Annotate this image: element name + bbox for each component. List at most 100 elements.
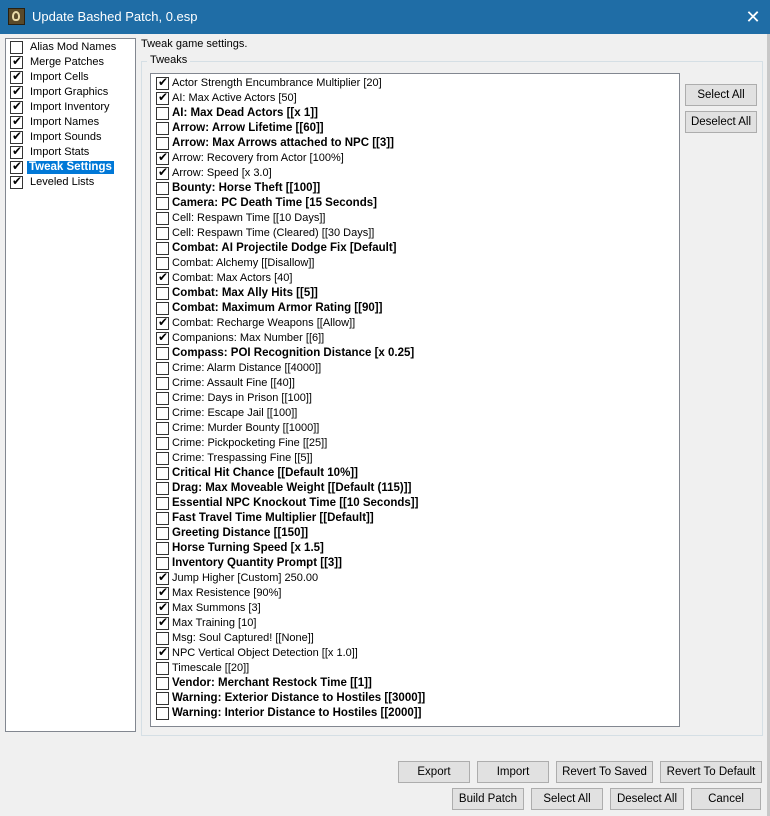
select-all-button[interactable]: Select All <box>531 788 603 810</box>
tweak-checkbox[interactable]: ✔ <box>156 615 169 630</box>
tweak-checkbox[interactable] <box>156 257 169 270</box>
tweak-checkbox[interactable] <box>156 512 169 525</box>
tweak-checkbox[interactable]: ✔ <box>156 570 169 585</box>
tweak-checkbox[interactable] <box>156 527 169 540</box>
tweak-row[interactable]: Crime: Murder Bounty [[1000]] <box>154 421 674 436</box>
patcher-checkbox[interactable]: ✔ <box>10 54 23 69</box>
patcher-checkbox[interactable]: ✔ <box>10 159 23 174</box>
tweak-checkbox[interactable] <box>156 467 169 480</box>
tweak-row[interactable]: ✔ Companions: Max Number [[6]] <box>154 330 674 346</box>
tweak-checkbox[interactable] <box>156 137 169 150</box>
tweak-row[interactable]: ✔ Combat: Max Actors [40] <box>154 270 674 286</box>
tweak-row[interactable]: ✔ Max Training [10] <box>154 615 674 631</box>
patcher-item[interactable]: ✔ Import Inventory <box>8 99 137 115</box>
tweak-row[interactable]: Vendor: Merchant Restock Time [[1]] <box>154 676 674 691</box>
tweak-row[interactable]: ✔ Actor Strength Encumbrance Multiplier [… <box>154 75 674 91</box>
tweak-row[interactable]: ✔ NPC Vertical Object Detection [[x 1.0]] <box>154 645 674 661</box>
patcher-item[interactable]: ✔ Leveled Lists <box>8 174 137 190</box>
tweak-checkbox[interactable]: ✔ <box>156 330 169 345</box>
tweak-row[interactable]: Greeting Distance [[150]] <box>154 526 674 541</box>
tweak-row[interactable]: Drag: Max Moveable Weight [[Default (115… <box>154 481 674 496</box>
revert-to-saved-button[interactable]: Revert To Saved <box>556 761 653 783</box>
tweak-row[interactable]: Timescale [[20]] <box>154 661 674 676</box>
tweak-row[interactable]: Camera: PC Death Time [15 Seconds] <box>154 196 674 211</box>
close-icon[interactable]: ✕ <box>736 0 770 34</box>
patcher-checkbox[interactable]: ✔ <box>10 99 23 114</box>
patcher-item[interactable]: ✔ Tweak Settings <box>8 159 137 175</box>
tweak-checkbox[interactable] <box>156 212 169 225</box>
patcher-checkbox[interactable]: ✔ <box>10 129 23 144</box>
patcher-checkbox[interactable]: ✔ <box>10 84 23 99</box>
tweak-row[interactable]: Combat: AI Projectile Dodge Fix [Default… <box>154 241 674 256</box>
tweak-checkbox[interactable] <box>156 347 169 360</box>
tweak-checkbox[interactable] <box>156 677 169 690</box>
patcher-checkbox[interactable] <box>10 41 23 54</box>
tweak-checkbox[interactable] <box>156 542 169 555</box>
tweak-checkbox[interactable] <box>156 227 169 240</box>
patcher-item[interactable]: ✔ Merge Patches <box>8 54 137 70</box>
tweak-row[interactable]: AI: Max Dead Actors [[x 1]] <box>154 106 674 121</box>
import-button[interactable]: Import <box>477 761 549 783</box>
tweak-row[interactable]: Compass: POI Recognition Distance [x 0.2… <box>154 346 674 361</box>
revert-to-default-button[interactable]: Revert To Default <box>660 761 762 783</box>
tweak-row[interactable]: ✔ Max Summons [3] <box>154 600 674 616</box>
tweak-row[interactable]: ✔ Arrow: Recovery from Actor [100%] <box>154 150 674 166</box>
patcher-item[interactable]: ✔ Import Stats <box>8 144 137 160</box>
tweak-row[interactable]: Combat: Maximum Armor Rating [[90]] <box>154 301 674 316</box>
tweak-checkbox[interactable] <box>156 407 169 420</box>
tweak-checkbox[interactable] <box>156 302 169 315</box>
build-patch-button[interactable]: Build Patch <box>452 788 524 810</box>
select-all-tweaks-button[interactable]: Select All <box>685 84 757 106</box>
cancel-button[interactable]: Cancel <box>691 788 761 810</box>
tweak-row[interactable]: Crime: Trespassing Fine [[5]] <box>154 451 674 466</box>
tweak-row[interactable]: Arrow: Max Arrows attached to NPC [[3]] <box>154 136 674 151</box>
tweak-checkbox[interactable]: ✔ <box>156 645 169 660</box>
tweak-checkbox[interactable] <box>156 197 169 210</box>
tweak-checkbox[interactable] <box>156 377 169 390</box>
tweak-row[interactable]: ✔ Jump Higher [Custom] 250.00 <box>154 570 674 586</box>
tweak-checkbox[interactable]: ✔ <box>156 585 169 600</box>
tweak-row[interactable]: Fast Travel Time Multiplier [[Default]] <box>154 511 674 526</box>
tweak-row[interactable]: Crime: Pickpocketing Fine [[25]] <box>154 436 674 451</box>
patcher-item[interactable]: Alias Mod Names <box>8 40 137 55</box>
tweak-row[interactable]: Crime: Days in Prison [[100]] <box>154 391 674 406</box>
tweak-row[interactable]: Crime: Escape Jail [[100]] <box>154 406 674 421</box>
tweak-row[interactable]: Crime: Alarm Distance [[4000]] <box>154 361 674 376</box>
patcher-item[interactable]: ✔ Import Names <box>8 114 137 130</box>
patcher-checkbox[interactable]: ✔ <box>10 144 23 159</box>
patcher-checkbox[interactable]: ✔ <box>10 114 23 129</box>
patcher-checkbox[interactable]: ✔ <box>10 69 23 84</box>
tweak-checkbox[interactable]: ✔ <box>156 150 169 165</box>
tweak-row[interactable]: Msg: Soul Captured! [[None]] <box>154 631 674 646</box>
tweak-row[interactable]: ✔ AI: Max Active Actors [50] <box>154 90 674 106</box>
tweak-checkbox[interactable] <box>156 392 169 405</box>
tweak-checkbox[interactable] <box>156 182 169 195</box>
tweak-checkbox[interactable] <box>156 287 169 300</box>
patcher-item[interactable]: ✔ Import Cells <box>8 69 137 85</box>
deselect-all-button[interactable]: Deselect All <box>610 788 684 810</box>
tweak-checkbox[interactable]: ✔ <box>156 315 169 330</box>
tweak-checkbox[interactable]: ✔ <box>156 165 169 180</box>
tweak-checkbox[interactable] <box>156 662 169 675</box>
deselect-all-tweaks-button[interactable]: Deselect All <box>685 111 757 133</box>
tweak-checkbox[interactable] <box>156 707 169 720</box>
tweak-checkbox[interactable] <box>156 107 169 120</box>
tweak-row[interactable]: Critical Hit Chance [[Default 10%]] <box>154 466 674 481</box>
tweak-row[interactable]: Arrow: Arrow Lifetime [[60]] <box>154 121 674 136</box>
tweak-checkbox[interactable] <box>156 497 169 510</box>
tweak-checkbox[interactable] <box>156 437 169 450</box>
tweak-checkbox[interactable] <box>156 362 169 375</box>
tweak-row[interactable]: Horse Turning Speed [x 1.5] <box>154 541 674 556</box>
patcher-item[interactable]: ✔ Import Graphics <box>8 84 137 100</box>
tweak-checkbox[interactable] <box>156 242 169 255</box>
tweak-checkbox[interactable] <box>156 557 169 570</box>
tweak-checkbox[interactable] <box>156 482 169 495</box>
tweak-row[interactable]: Cell: Respawn Time (Cleared) [[30 Days]] <box>154 226 674 241</box>
tweak-checkbox[interactable] <box>156 122 169 135</box>
tweak-row[interactable]: Warning: Exterior Distance to Hostiles [… <box>154 691 674 706</box>
tweak-checkbox[interactable] <box>156 692 169 705</box>
tweak-row[interactable]: ✔ Max Resistence [90%] <box>154 585 674 601</box>
tweak-row[interactable]: ✔ Arrow: Speed [x 3.0] <box>154 165 674 181</box>
tweak-checkbox[interactable]: ✔ <box>156 90 169 105</box>
tweak-checkbox[interactable]: ✔ <box>156 75 169 90</box>
